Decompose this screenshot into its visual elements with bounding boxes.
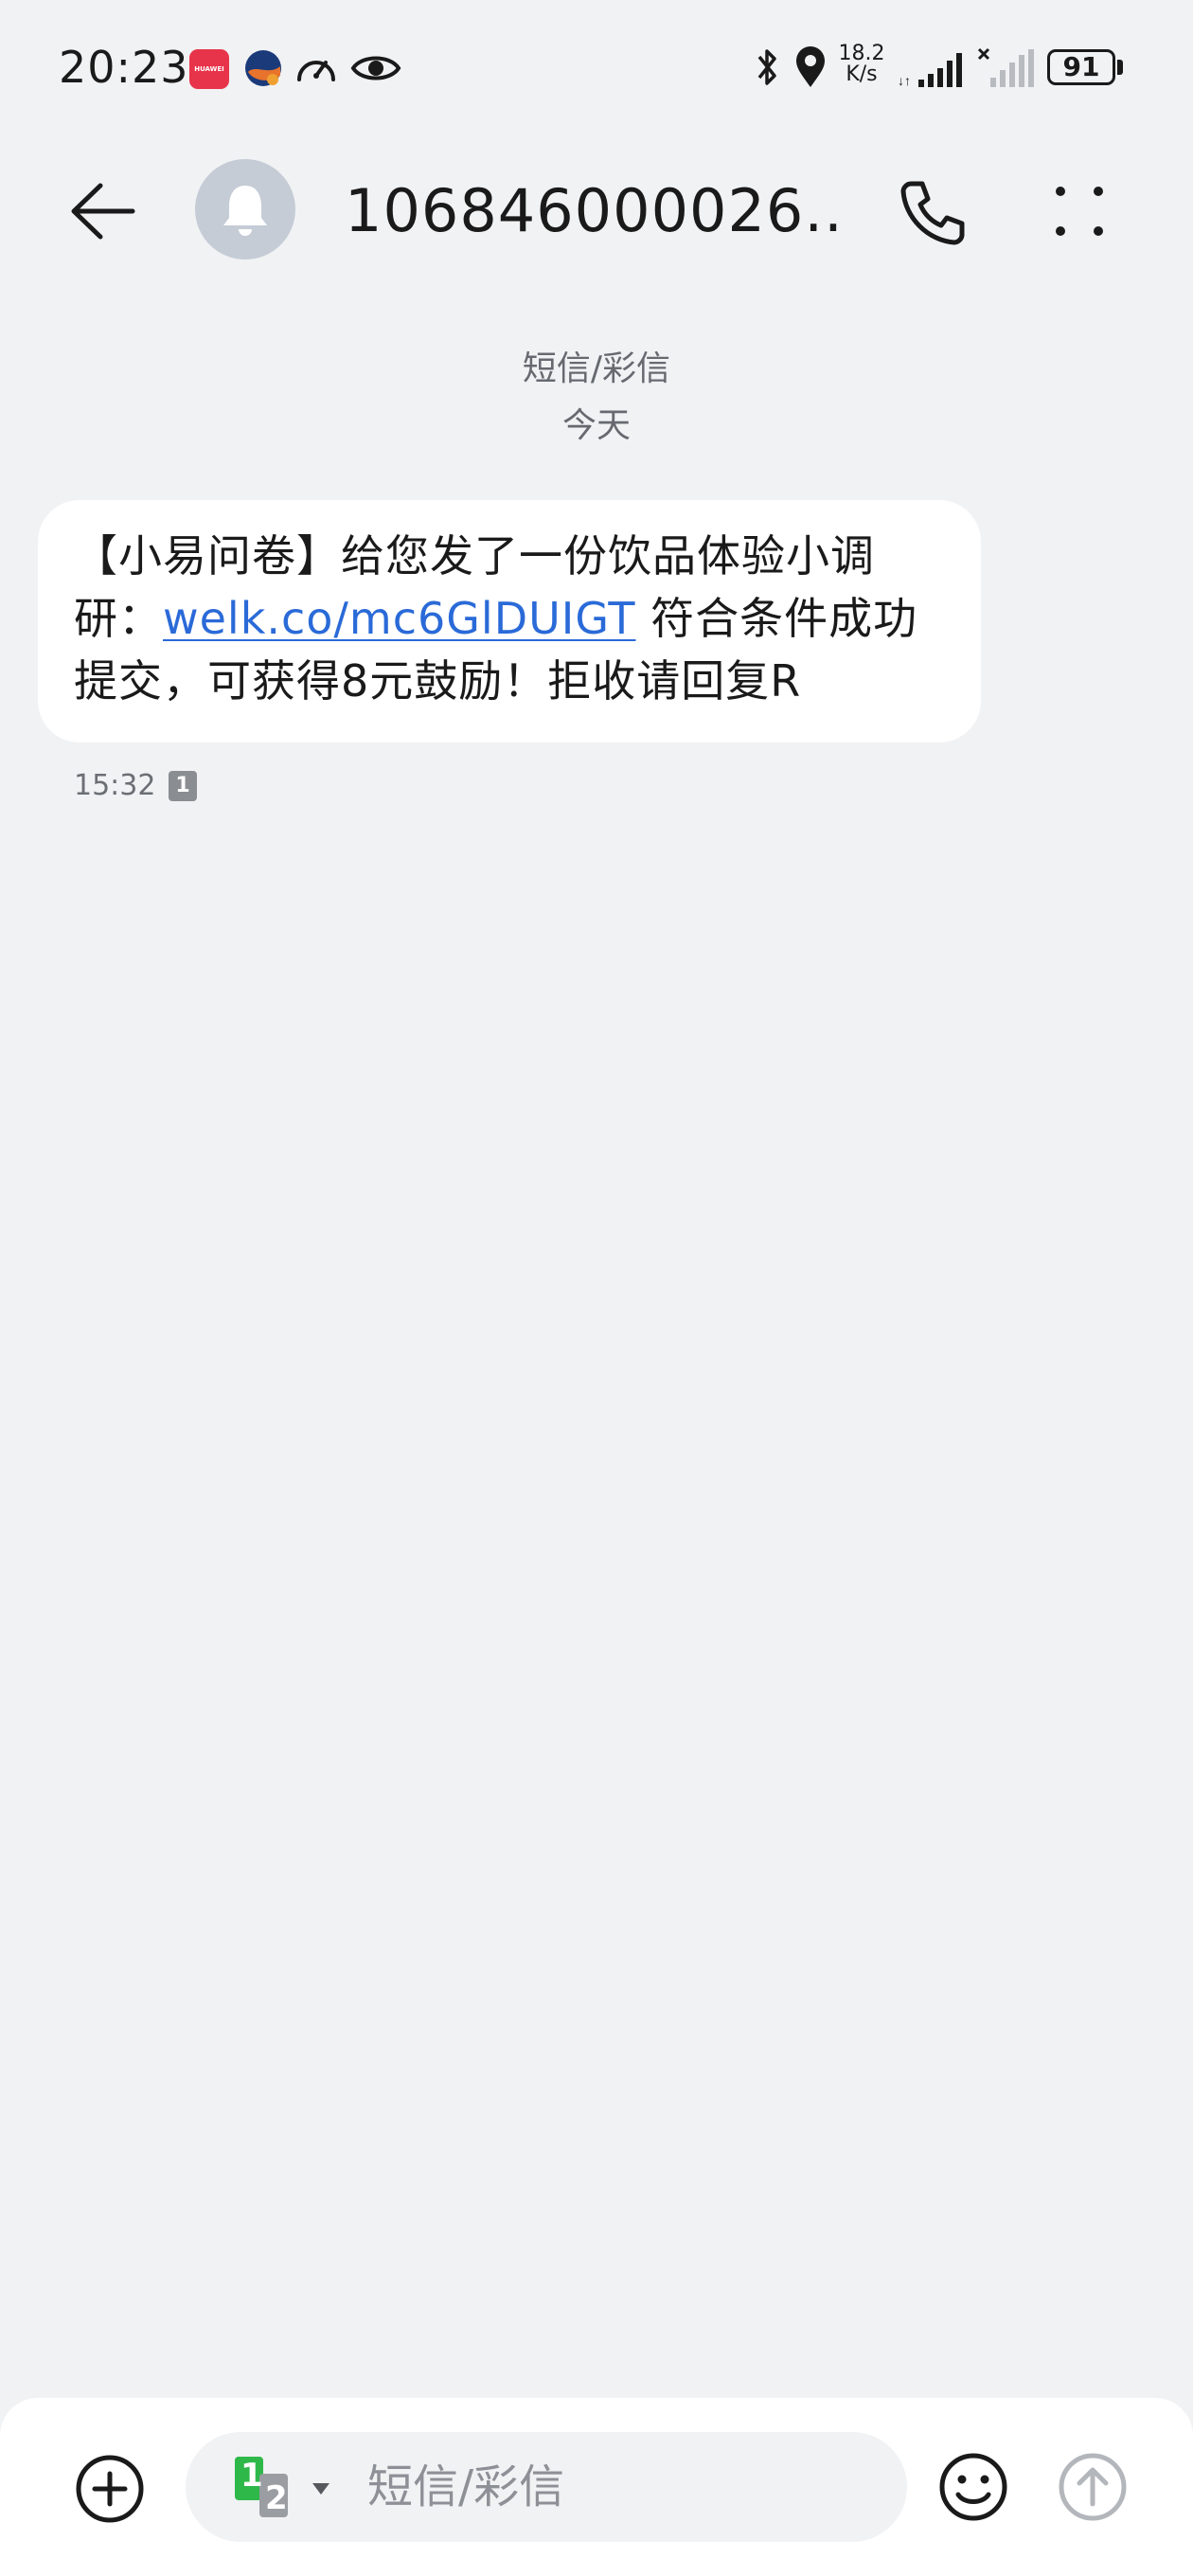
date-label: 今天 (561, 406, 631, 445)
location-icon (796, 46, 825, 87)
message-input[interactable]: 短信/彩信 (367, 2432, 564, 2542)
huawei-app-badge: HUAWEI (194, 65, 224, 73)
message-type-label: 短信/彩信 (522, 349, 671, 388)
conversation-header: 106846000026... (0, 140, 1193, 282)
sim-card-badge: 1 (169, 771, 197, 801)
bluetooth-icon (757, 49, 776, 85)
messaging-app: 20:23 HUAWEI 18.2 K/s ↓↑ 91 106846000026… (0, 0, 1193, 2576)
status-bar: 20:23 HUAWEI 18.2 K/s ↓↑ 91 (0, 0, 1193, 140)
message-link[interactable]: welk.co/mc6GlDUIGT (163, 593, 635, 644)
globe-icon (245, 50, 281, 86)
huawei-app-icon: HUAWEI (189, 49, 229, 89)
more-options-icon[interactable] (1042, 176, 1117, 248)
message-input-container[interactable]: 1 2 短信/彩信 (186, 2432, 907, 2542)
message-composer: 1 2 短信/彩信 (0, 2398, 1193, 2576)
sim-switcher-button[interactable]: 1 2 (235, 2457, 339, 2519)
contact-avatar[interactable] (195, 159, 295, 259)
eye-icon (350, 56, 401, 80)
emoji-icon[interactable] (935, 2449, 1011, 2525)
network-speed-unit: K/s (846, 63, 878, 86)
status-time: 20:23 (59, 42, 189, 93)
sim-secondary-number: 2 (265, 2479, 288, 2517)
speedometer-icon (297, 61, 335, 81)
message-bubble[interactable]: 【小易问卷】给您发了一份饮品体验小调研：welk.co/mc6GlDUIGT 符… (38, 500, 981, 742)
send-arrow-icon[interactable] (1055, 2449, 1131, 2525)
battery-nub (1117, 60, 1123, 75)
network-speed-value: 18.2 (838, 42, 885, 65)
sim-primary-number: 1 (240, 2457, 263, 2495)
signal-strength-sim2-icon (977, 47, 1034, 87)
network-speed: 18.2 K/s (837, 44, 886, 85)
svg-text:↓↑: ↓↑ (898, 73, 911, 88)
add-attachment-icon[interactable] (72, 2451, 148, 2527)
message-timestamp: 15:32 (74, 769, 156, 802)
signal-strength-sim1-icon: ↓↑ (898, 53, 962, 88)
phone-call-icon[interactable] (894, 174, 970, 250)
bell-icon (223, 186, 267, 236)
thread-meta: 短信/彩信 今天 (0, 341, 1193, 455)
battery-level: 91 (1047, 49, 1115, 85)
contact-number[interactable]: 106846000026... (345, 176, 837, 245)
back-arrow-icon[interactable] (66, 176, 142, 246)
